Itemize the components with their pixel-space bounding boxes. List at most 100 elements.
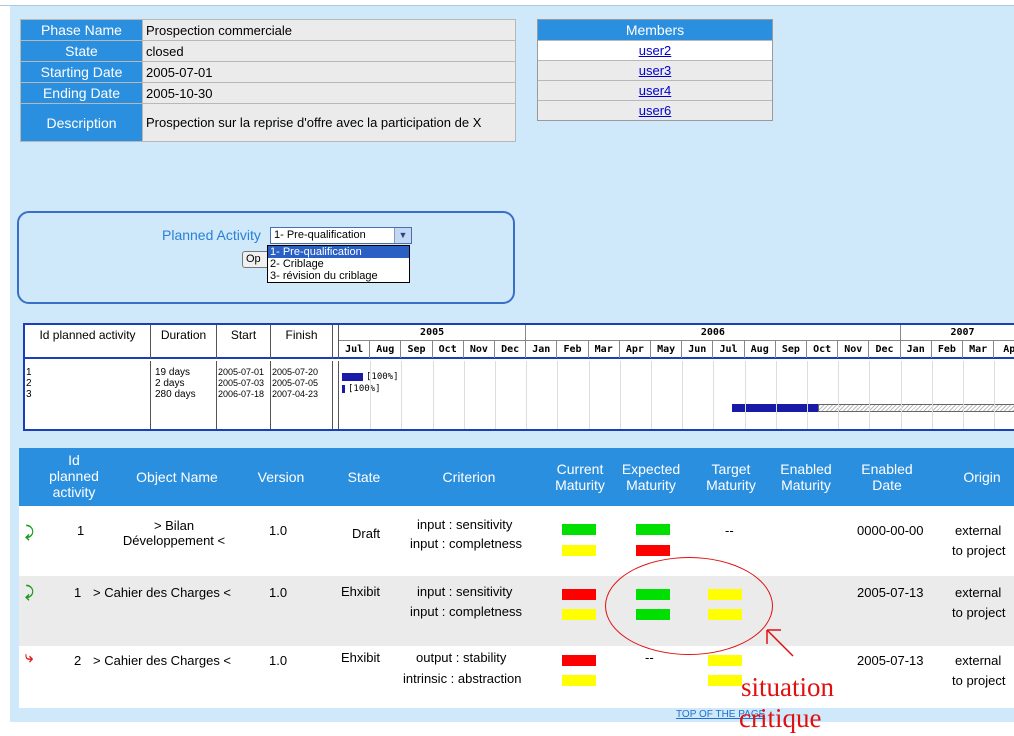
row-id: 1 <box>77 523 85 538</box>
annotation-text-line1: situation <box>741 672 834 702</box>
object-name-link[interactable]: > Cahier des Charges < <box>93 585 231 601</box>
annotation-ellipse <box>605 557 773 655</box>
gantt-header-id: Id planned activity <box>25 325 151 359</box>
table-row[interactable]: ⤸ 1 > Cahier des Charges < 1.0 Ehxibit i… <box>19 576 1014 646</box>
row-criterion-2: input : completness <box>410 604 523 619</box>
gantt-month-gridline <box>495 361 496 429</box>
gantt-month-label: Jan <box>526 341 558 358</box>
gantt-month-gridline <box>526 361 528 429</box>
gantt-finish: 2005-07-20 <box>272 367 319 377</box>
gantt-month-label: Apr <box>620 341 651 358</box>
gantt-month-label: May <box>651 341 683 358</box>
planned-activity-select[interactable]: 1- Pre-qualification ▼ <box>270 227 412 244</box>
gantt-start: 2005-07-03 <box>218 378 265 388</box>
gantt-month-label: Aug <box>370 341 402 358</box>
gantt-id: 1 <box>26 367 32 378</box>
gantt-month-gridline <box>370 361 372 429</box>
header-current-maturity: Current Maturity <box>555 461 605 493</box>
row-enabled-date: 0000-00-00 <box>857 523 924 538</box>
objects-table: Id planned activity Object Name Version … <box>19 448 1014 708</box>
gantt-month-gridline <box>775 361 777 429</box>
gantt-month-gridline <box>401 361 403 429</box>
gantt-bar-1 <box>342 373 363 381</box>
header-criterion: Criterion <box>442 469 496 485</box>
gantt-month-label: Dec <box>495 341 527 358</box>
gantt-ids: 1 2 3 <box>25 361 151 429</box>
gantt-month-gridline <box>713 361 715 429</box>
gantt-year-label: 2006 <box>526 325 901 341</box>
gantt-month-label: Aug <box>745 341 776 358</box>
expected-maturity-text: -- <box>645 650 654 665</box>
gantt-start: 2006-07-18 <box>218 389 265 399</box>
current-maturity-green <box>562 524 596 535</box>
phase-row-description: Description Prospection sur la reprise d… <box>20 103 516 142</box>
gantt-month-gridline <box>744 361 746 429</box>
gantt-separator <box>333 361 339 429</box>
table-row[interactable]: ⤷ 2 > Cahier des Charges < 1.0 Ehxibit o… <box>19 646 1014 708</box>
row-origin-2: to project <box>952 605 1006 620</box>
target-maturity-text: -- <box>725 523 734 538</box>
gantt-year-label: 2007 <box>900 325 1014 341</box>
object-name-link[interactable]: > Cahier des Charges < <box>93 653 231 669</box>
phase-row-end: Ending Date 2005-10-30 <box>20 82 516 104</box>
header-id-planned-activity: Id planned activity <box>49 452 99 500</box>
row-state: Ehxibit <box>341 584 381 599</box>
expected-maturity-red <box>636 545 670 556</box>
dropdown-option-1[interactable]: 1- Pre-qualification <box>268 246 409 258</box>
gantt-body: 1 2 3 19 days 2 days 280 days 2005-07-01… <box>25 361 1014 429</box>
member-link-user6[interactable]: user6 <box>639 103 672 118</box>
gantt-duration: 2 days <box>155 378 185 389</box>
gantt-month-label: Nov <box>464 341 495 358</box>
gantt-finishes: 2005-07-20 2005-07-05 2007-04-23 <box>271 361 333 429</box>
gantt-month-label: Nov <box>838 341 870 358</box>
member-link-user4[interactable]: user4 <box>639 83 672 98</box>
row-origin-2: to project <box>952 543 1006 558</box>
gantt-month-gridline <box>963 361 964 429</box>
row-criterion-1: output : stability <box>416 650 507 665</box>
object-name-link[interactable]: > Bilan Développement < <box>119 518 229 548</box>
row-version: 1.0 <box>269 523 288 538</box>
header-enabled-maturity: Enabled Maturity <box>780 461 832 493</box>
gantt-month-gridline <box>931 361 933 429</box>
expected-maturity-green <box>636 524 670 535</box>
table-row[interactable]: ⤸ 1 > Bilan Développement < 1.0 Draft in… <box>19 506 1014 576</box>
row-criterion-2: input : completness <box>410 536 523 551</box>
planned-activity-dropdown[interactable]: 1- Pre-qualification 2- Criblage 3- révi… <box>267 245 410 283</box>
row-version: 1.0 <box>269 653 288 668</box>
header-expected-maturity: Expected Maturity <box>621 461 681 493</box>
green-arrow-icon: ⤸ <box>25 524 35 541</box>
gantt-month-label: Jul <box>339 341 371 358</box>
row-state: Ehxibit <box>341 650 381 665</box>
row-origin-1: external <box>955 585 1002 600</box>
phase-info-table: Phase Name Prospection commerciale State… <box>20 19 516 142</box>
gantt-finish: 2005-07-05 <box>272 378 319 388</box>
gantt-month-label: Jul <box>713 341 745 358</box>
header-enabled-date: Enabled Date <box>861 461 913 493</box>
row-origin-2: to project <box>952 673 1006 688</box>
gantt-month-label: Jun <box>682 341 714 358</box>
starting-date-value: 2005-07-01 <box>142 61 516 83</box>
dropdown-option-2[interactable]: 2- Criblage <box>268 258 409 270</box>
dropdown-option-3[interactable]: 3- révision du criblage <box>268 270 409 282</box>
top-border <box>0 5 1014 6</box>
annotation-text-line2: critique <box>739 703 822 733</box>
member-row: user6 <box>538 100 772 120</box>
row-id: 2 <box>74 653 82 668</box>
gantt-month-gridline <box>869 361 871 429</box>
gantt-starts: 2005-07-01 2005-07-03 2006-07-18 <box>217 361 271 429</box>
state-value: closed <box>142 40 516 62</box>
gantt-month-gridline <box>557 361 559 429</box>
gantt-duration: 19 days <box>155 367 191 378</box>
row-id: 1 <box>74 585 82 600</box>
chevron-down-icon[interactable]: ▼ <box>394 228 411 243</box>
gantt-month-label: Mar <box>963 341 995 358</box>
member-link-user3[interactable]: user3 <box>639 63 672 78</box>
gantt-month-label: Sep <box>776 341 807 358</box>
ending-date-value: 2005-10-30 <box>142 82 516 104</box>
gantt-header-duration: Duration <box>151 325 217 359</box>
gantt-month-label: Dec <box>869 341 901 358</box>
gantt-month-gridline <box>807 361 808 429</box>
gantt-finish: 2007-04-23 <box>272 389 319 399</box>
member-link-user2[interactable]: user2 <box>639 43 672 58</box>
gantt-header-start: Start <box>217 325 271 359</box>
